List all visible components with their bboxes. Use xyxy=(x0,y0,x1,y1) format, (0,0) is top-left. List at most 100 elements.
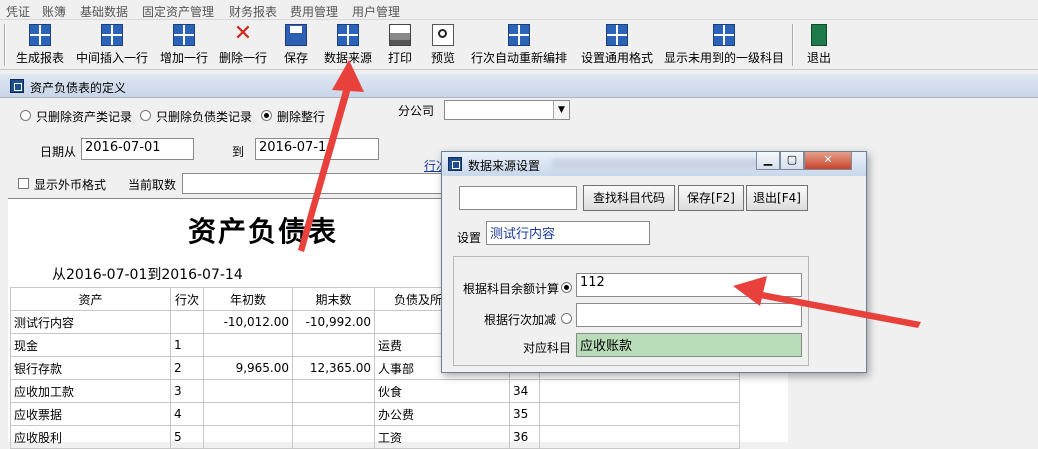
generate-report-label: 生成报表 xyxy=(15,51,64,65)
menu-ledger[interactable]: 账簿 xyxy=(42,3,66,20)
menu-reports[interactable]: 财务报表 xyxy=(229,3,277,20)
data-source-button[interactable]: 数据来源 xyxy=(322,22,374,68)
magnifier-lens xyxy=(438,29,447,38)
cell-end: -10,992.00 xyxy=(292,310,375,334)
report-title: 资产负债表 xyxy=(188,215,339,248)
blurred-title-region xyxy=(552,159,762,169)
table-row[interactable]: 应收股利 5 工资 36 xyxy=(10,425,740,449)
magnifier-icon xyxy=(432,24,454,46)
radio-delete-row-label: 删除整行 xyxy=(277,110,326,124)
cell-begin: -10,012.00 xyxy=(203,310,293,334)
exit-door-icon xyxy=(811,24,827,46)
show-fx-label: 显示外币格式 xyxy=(34,178,107,192)
by-rows-radio[interactable] xyxy=(561,313,572,324)
table-row[interactable]: 应收加工款 3 伙食 34 xyxy=(10,379,740,403)
radio-delete-row[interactable] xyxy=(261,110,272,121)
balance-account-input[interactable]: 112 xyxy=(576,273,802,297)
radio-delete-assets-label: 只删除资产类记录 xyxy=(36,110,133,124)
grid-icon xyxy=(606,24,628,46)
window-icon xyxy=(10,79,24,93)
setting-value-input[interactable]: 测试行内容 xyxy=(486,221,650,245)
current-fetch-label: 当前取数 xyxy=(128,178,177,192)
header-begin: 年初数 xyxy=(203,287,293,311)
cell-begin xyxy=(203,425,293,449)
cell-liability: 办公费 xyxy=(374,402,510,426)
toolbar-separator xyxy=(4,24,6,66)
current-fetch-input[interactable] xyxy=(182,173,444,194)
radio-delete-assets[interactable] xyxy=(20,110,31,121)
header-assets: 资产 xyxy=(10,287,171,311)
date-from-input[interactable]: 2016-07-01 xyxy=(81,138,194,160)
date-from-label: 日期从 xyxy=(40,145,77,159)
branch-select[interactable]: ▼ xyxy=(444,100,570,120)
renumber-rows-button[interactable]: 行次自动重新编排 xyxy=(469,22,569,68)
cell-liability: 伙食 xyxy=(374,379,510,403)
header-end: 期末数 xyxy=(292,287,375,311)
by-balance-label: 根据科目余额计算 xyxy=(463,282,560,296)
find-account-code-button[interactable]: 查找科目代码 xyxy=(583,185,675,211)
cell-row-no: 5 xyxy=(170,425,204,449)
print-button[interactable]: 打印 xyxy=(385,22,415,68)
generate-report-button[interactable]: 生成报表 xyxy=(14,22,66,68)
cell-asset: 应收股利 xyxy=(10,425,171,449)
menu-voucher[interactable]: 凭证 xyxy=(6,3,30,20)
menu-bar: 凭证 账簿 基础数据 固定资产管理 财务报表 费用管理 用户管理 xyxy=(0,0,1038,20)
grid-icon xyxy=(508,24,530,46)
set-format-button[interactable]: 设置通用格式 xyxy=(578,22,656,68)
cell-row-no: 4 xyxy=(170,402,204,426)
close-button[interactable]: ✕ xyxy=(804,152,852,170)
cell-begin: 9,965.00 xyxy=(203,356,293,380)
document-title-bar: 资产负债表的定义 xyxy=(0,74,1038,98)
menu-fixed-assets[interactable]: 固定资产管理 xyxy=(142,3,214,20)
menu-expenses[interactable]: 费用管理 xyxy=(290,3,338,20)
menu-basic-data[interactable]: 基础数据 xyxy=(80,3,128,20)
account-code-input[interactable] xyxy=(459,186,577,210)
dialog-save-button[interactable]: 保存[F2] xyxy=(678,185,744,211)
document-title: 资产负债表的定义 xyxy=(30,81,127,95)
account-label: 对应科目 xyxy=(523,341,572,355)
insert-row-button[interactable]: 中间插入一行 xyxy=(73,22,151,68)
radio-delete-liabilities[interactable] xyxy=(140,110,151,121)
renumber-rows-label: 行次自动重新编排 xyxy=(470,51,567,65)
show-unused-accounts-button[interactable]: 显示未用到的一级科目 xyxy=(662,22,786,68)
cell-extra xyxy=(539,379,740,403)
by-balance-radio[interactable] xyxy=(561,282,572,293)
printer-icon xyxy=(389,24,411,46)
delete-x-icon: ✕ xyxy=(233,21,253,46)
table-row[interactable]: 应收票据 4 办公费 35 xyxy=(10,402,740,426)
add-row-label: 增加一行 xyxy=(159,51,208,65)
cell-liability: 工资 xyxy=(374,425,510,449)
menu-users[interactable]: 用户管理 xyxy=(352,3,400,20)
show-fx-checkbox[interactable] xyxy=(18,178,29,189)
data-source-label: 数据来源 xyxy=(323,51,372,65)
dialog-exit-button[interactable]: 退出[F4] xyxy=(746,185,808,211)
floppy-disk-icon xyxy=(285,24,307,46)
cell-asset: 测试行内容 xyxy=(10,310,171,334)
preview-button[interactable]: 预览 xyxy=(428,22,458,68)
cell-row-no xyxy=(170,310,204,334)
cell-end xyxy=(292,425,375,449)
maximize-button[interactable]: ▢ xyxy=(780,152,804,170)
header-row-no: 行次 xyxy=(170,287,204,311)
minimize-button[interactable]: ▁ xyxy=(756,152,780,170)
preview-label: 预览 xyxy=(430,51,455,65)
cell-row-no: 3 xyxy=(170,379,204,403)
cell-liab-row-no: 35 xyxy=(509,402,540,426)
exit-button[interactable]: 退出 xyxy=(804,22,834,68)
save-button[interactable]: 保存 xyxy=(280,22,312,68)
dialog-window-icon xyxy=(448,157,462,171)
rows-formula-input[interactable] xyxy=(576,303,802,327)
cell-row-no: 1 xyxy=(170,333,204,357)
show-unused-accounts-label: 显示未用到的一级科目 xyxy=(663,51,784,65)
cell-begin xyxy=(203,402,293,426)
delete-row-button[interactable]: ✕ 删除一行 xyxy=(217,22,269,68)
save-label: 保存 xyxy=(283,51,308,65)
add-row-button[interactable]: 增加一行 xyxy=(158,22,210,68)
grid-icon xyxy=(29,24,51,46)
exit-label: 退出 xyxy=(806,51,831,65)
cell-begin xyxy=(203,379,293,403)
chevron-down-icon: ▼ xyxy=(553,101,569,119)
toolbar-separator xyxy=(792,24,794,66)
grid-icon xyxy=(713,24,735,46)
date-to-input[interactable]: 2016-07-14 xyxy=(255,138,379,160)
